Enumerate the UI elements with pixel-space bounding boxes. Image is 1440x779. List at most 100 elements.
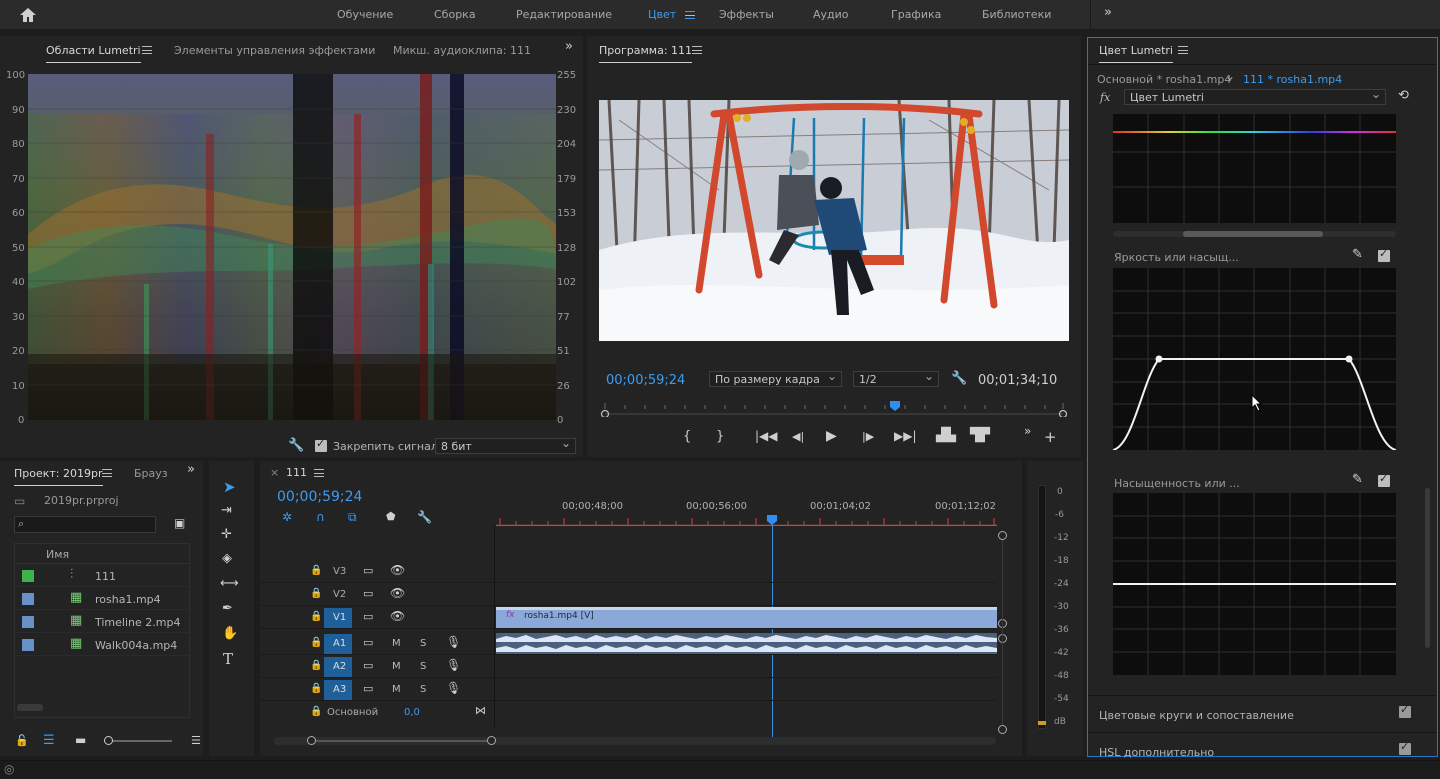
film-icon[interactable]: ▭ — [363, 682, 373, 695]
new-bin-icon[interactable]: ▣ — [174, 516, 185, 530]
step-back-icon[interactable]: ◀| — [792, 430, 804, 443]
list-item[interactable]: ▦ Walk004a.mp4 — [15, 634, 189, 656]
lock-icon[interactable]: 🔒 — [310, 588, 322, 599]
lock-icon[interactable]: 🔒 — [310, 683, 322, 694]
eyedropper-icon[interactable]: ✎ — [1352, 472, 1363, 487]
master-volume-value[interactable]: 0,0 — [404, 707, 420, 718]
scrollbar-thumb[interactable] — [1183, 231, 1323, 237]
zoom-handle-left[interactable] — [307, 736, 316, 745]
sat-vs-sat-curve-graph[interactable] — [1113, 493, 1396, 675]
lock-icon[interactable]: 🔒 — [310, 565, 322, 576]
film-icon[interactable]: ▭ — [363, 659, 373, 672]
workspace-tab-editing[interactable]: Редактирование — [516, 8, 612, 21]
program-scrubber[interactable] — [600, 401, 1068, 419]
wrench-icon[interactable]: 🔧 — [288, 438, 304, 453]
mute-button[interactable]: M — [392, 661, 401, 672]
close-icon[interactable]: × — [270, 466, 279, 479]
razor-tool-icon[interactable]: ◈ — [222, 551, 232, 566]
reset-icon[interactable]: ⟲ — [1398, 88, 1409, 103]
eye-icon[interactable]: 👁 — [390, 586, 405, 600]
list-view-icon[interactable]: ☰ — [43, 733, 55, 748]
panel-menu-icon[interactable] — [142, 46, 152, 54]
track-height-handle[interactable] — [998, 725, 1007, 734]
audio-clip[interactable] — [496, 633, 997, 654]
more-tabs-icon[interactable]: » — [187, 462, 195, 477]
mark-in-icon[interactable]: { — [683, 429, 691, 444]
section2-checkbox[interactable] — [1399, 740, 1411, 755]
panel-menu-icon[interactable] — [102, 469, 112, 477]
lock-icon[interactable]: 🔒 — [310, 637, 322, 648]
add-marker-icon[interactable]: ⬟ — [386, 510, 396, 523]
label-color-swatch[interactable] — [22, 593, 34, 605]
luma-vs-sat-curve-graph[interactable] — [1112, 268, 1397, 451]
microphone-icon[interactable]: 🎙 — [446, 658, 461, 672]
film-icon[interactable]: ▭ — [363, 636, 373, 649]
label-color-swatch[interactable] — [22, 639, 34, 651]
workspace-tab-graphics[interactable]: Графика — [891, 8, 941, 21]
step-forward-icon[interactable]: |▶ — [862, 430, 874, 443]
mark-out-icon[interactable]: } — [716, 429, 724, 444]
track-label[interactable]: A3 — [333, 684, 346, 695]
track-label[interactable]: V3 — [333, 566, 346, 577]
tab-lumetri-scopes[interactable]: Области Lumetri — [46, 44, 141, 63]
timeline-ruler[interactable] — [496, 516, 997, 527]
label-color-swatch[interactable] — [22, 616, 34, 628]
selection-tool-icon[interactable]: ➤ — [223, 478, 236, 496]
workspace-tab-libraries[interactable]: Библиотеки — [982, 8, 1051, 21]
section-hsl-secondary[interactable]: HSL дополнительно — [1099, 746, 1214, 759]
ripple-edit-tool-icon[interactable]: ✛ — [221, 527, 232, 542]
mute-button[interactable]: M — [392, 684, 401, 695]
resolution-dropdown[interactable]: 1/2 — [853, 369, 939, 387]
program-current-timecode[interactable]: 00;00;59;24 — [606, 373, 685, 388]
lift-icon[interactable]: ▟▙ — [936, 428, 956, 443]
linked-selection-icon[interactable]: ⧉ — [348, 510, 357, 525]
master-toggle-icon[interactable]: ⋈ — [475, 704, 486, 717]
solo-button[interactable]: S — [420, 638, 426, 649]
eye-icon[interactable]: 👁 — [390, 609, 405, 623]
video-clip[interactable]: fx rosha1.mp4 [V] — [496, 607, 997, 628]
list-scrollbar[interactable] — [17, 704, 43, 711]
tab-project[interactable]: Проект: 2019pr — [14, 467, 103, 486]
zoom-slider[interactable] — [104, 736, 172, 745]
mute-button[interactable]: M — [392, 638, 401, 649]
panel-menu-icon[interactable] — [692, 46, 702, 54]
extract-icon[interactable]: ▜▛ — [970, 428, 990, 443]
status-icon[interactable]: ◎ — [4, 762, 14, 776]
sequence-clip-label[interactable]: 111 * rosha1.mp4 — [1243, 73, 1342, 86]
track-select-tool-icon[interactable]: ⇥ — [221, 503, 232, 518]
eyedropper-icon[interactable]: ✎ — [1352, 247, 1363, 262]
tab-audio-clip-mixer[interactable]: Микш. аудиоклипа: 111 — [393, 44, 531, 57]
list-item[interactable]: ▦ rosha1.mp4 — [15, 588, 189, 610]
go-to-in-icon[interactable]: |◀◀ — [755, 429, 778, 443]
wrench-icon[interactable]: 🔧 — [417, 510, 432, 524]
curve2-enable-checkbox[interactable] — [1378, 472, 1390, 487]
timeline-timecode[interactable]: 00;00;59;24 — [277, 489, 362, 505]
lock-icon[interactable]: 🔒 — [310, 706, 322, 717]
snap-icon[interactable]: ∩ — [316, 510, 325, 524]
panel-menu-icon[interactable] — [314, 469, 324, 477]
add-button-icon[interactable]: + — [1044, 428, 1057, 446]
workspace-tab-audio[interactable]: Аудио — [813, 8, 849, 21]
lock-icon[interactable]: 🔓 — [15, 734, 29, 747]
track-label[interactable]: A2 — [333, 661, 346, 672]
eye-icon[interactable]: 👁 — [390, 563, 405, 577]
play-icon[interactable]: ▶ — [826, 428, 837, 444]
sequence-tab[interactable]: 111 — [286, 466, 307, 479]
tab-effect-controls[interactable]: Элементы управления эффектами — [174, 44, 375, 57]
pen-tool-icon[interactable]: ✒ — [222, 601, 233, 616]
panel-options-icon[interactable]: ☰ — [191, 734, 201, 747]
list-item[interactable]: ⫶ 111 — [15, 565, 189, 587]
project-search-input[interactable]: ⌕ — [14, 516, 156, 533]
track-label[interactable]: V2 — [333, 589, 346, 600]
wrench-icon[interactable]: 🔧 — [951, 371, 967, 386]
zoom-bar[interactable] — [312, 740, 492, 742]
panel-menu-icon[interactable] — [1178, 46, 1188, 54]
film-icon[interactable]: ▭ — [363, 587, 373, 600]
film-icon[interactable]: ▭ — [363, 610, 373, 623]
slip-tool-icon[interactable]: ⟷ — [220, 576, 239, 591]
section-color-wheels[interactable]: Цветовые круги и сопоставление — [1099, 709, 1294, 722]
fx-icon[interactable]: fx — [1100, 91, 1110, 104]
effect-dropdown[interactable]: Цвет Lumetri — [1124, 87, 1386, 105]
lock-icon[interactable]: 🔒 — [310, 660, 322, 671]
solo-button[interactable]: S — [420, 661, 426, 672]
